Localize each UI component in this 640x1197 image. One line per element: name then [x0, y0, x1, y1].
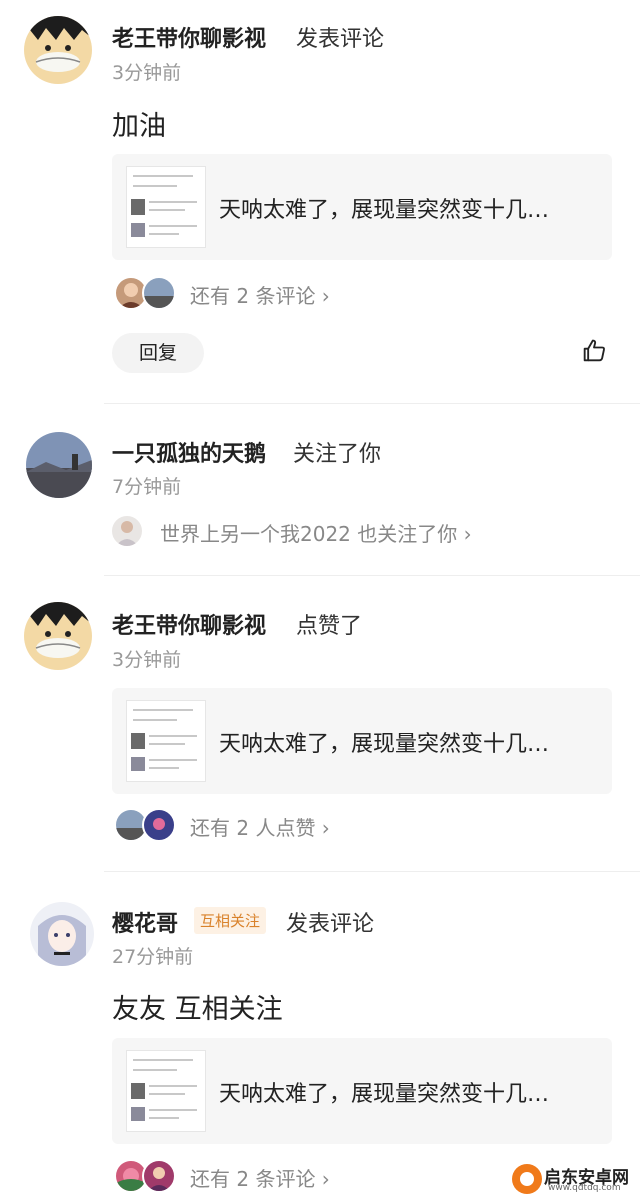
comment-content: 友友 互相关注: [112, 994, 283, 1025]
timestamp: 3分钟前: [112, 649, 182, 671]
reply-button[interactable]: 回复: [112, 333, 204, 373]
video-card[interactable]: 天呐太难了，展现量突然变十几…: [112, 688, 612, 794]
commenter-avatar: [142, 276, 176, 310]
video-thumbnail: [126, 166, 206, 248]
user-avatar[interactable]: [30, 902, 94, 966]
also-followed-link[interactable]: 世界上另一个我2022 也关注了你 ›: [160, 518, 472, 547]
user-avatar[interactable]: [26, 432, 92, 498]
divider: [104, 575, 640, 576]
user-name[interactable]: 一只孤独的天鹅: [112, 436, 266, 468]
action-text: 发表评论: [286, 912, 375, 937]
timestamp: 3分钟前: [112, 62, 182, 84]
video-title: 天呐太难了，展现量突然变十几…: [219, 198, 550, 223]
more-comments-link[interactable]: 还有 2 条评论 ›: [190, 1163, 330, 1192]
divider: [104, 871, 640, 872]
mutual-follow-badge: 互相关注: [194, 907, 267, 934]
timestamp: 7分钟前: [112, 476, 182, 498]
video-title: 天呐太难了，展现量突然变十几…: [219, 732, 550, 757]
chevron-right-icon: ›: [315, 816, 330, 840]
video-card[interactable]: 天呐太难了，展现量突然变十几…: [112, 154, 612, 260]
comment-content: 加油: [112, 111, 166, 142]
commenter-avatar: [142, 1159, 176, 1193]
follower-avatar: [110, 514, 144, 548]
action-text: 点赞了: [296, 614, 363, 639]
chevron-right-icon: ›: [315, 1167, 330, 1191]
user-name[interactable]: 老王带你聊影视: [112, 608, 266, 640]
user-name[interactable]: 老王带你聊影视: [112, 21, 266, 53]
video-thumbnail: [126, 1050, 206, 1132]
timestamp: 27分钟前: [112, 946, 194, 968]
more-likes-link[interactable]: 还有 2 人点赞 ›: [190, 812, 330, 841]
thumbs-up-icon[interactable]: [580, 337, 608, 365]
action-text: 关注了你: [293, 442, 382, 467]
chevron-right-icon: ›: [457, 522, 472, 546]
action-text: 发表评论: [296, 27, 385, 52]
chevron-right-icon: ›: [315, 284, 330, 308]
video-title: 天呐太难了，展现量突然变十几…: [219, 1082, 550, 1107]
video-thumbnail: [126, 700, 206, 782]
watermark-url: www.qdtdq.com: [548, 1183, 621, 1193]
user-name[interactable]: 樱花哥: [112, 906, 178, 938]
more-comments-link[interactable]: 还有 2 条评论 ›: [190, 280, 330, 309]
liker-avatar: [142, 808, 176, 842]
user-avatar[interactable]: [24, 16, 92, 84]
divider: [104, 403, 640, 404]
user-avatar[interactable]: [24, 602, 92, 670]
video-card[interactable]: 天呐太难了，展现量突然变十几…: [112, 1038, 612, 1144]
